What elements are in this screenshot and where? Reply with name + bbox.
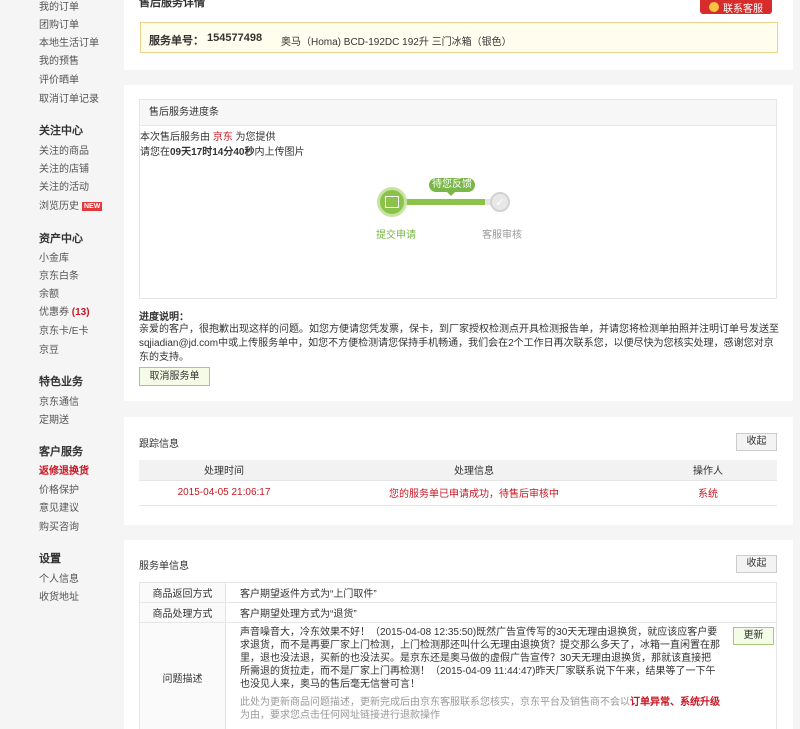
sidebar-item-jingdou[interactable]: 京豆 (39, 344, 59, 358)
contact-service-button[interactable]: 联系客服 (700, 0, 772, 15)
problem-desc-notice: 此处为更新商品问题描述，更新完成后由京东客服联系您核实，京东平台及销售商不会以订… (240, 697, 720, 721)
col-info: 处理信息 (309, 460, 639, 481)
progress-note-title: 进度说明： (139, 312, 189, 323)
sidebar-item-price-protect[interactable]: 价格保护 (39, 484, 79, 498)
sidebar-item-followed-shops[interactable]: 关注的店铺 (39, 163, 89, 177)
col-operator: 操作人 (639, 460, 777, 481)
awaiting-feedback-tip: 待您反馈 (429, 178, 475, 196)
sidebar-item-my-orders[interactable]: 我的订单 (39, 1, 79, 15)
sidebar-item-returns[interactable]: 返修退换货 (39, 465, 89, 479)
sidebar-head-follow: 关注中心 (39, 125, 83, 137)
service-provider-text: 本次售后服务由 京东 为您提供 (140, 132, 276, 143)
sidebar-head-special: 特色业务 (39, 376, 83, 388)
step-submit-circle (377, 187, 407, 217)
return-method-value: 客户期望返件方式为“上门取件” (225, 582, 777, 603)
sidebar: 我的订单 团购订单 本地生活订单 我的预售 评价晒单 取消订单记录 关注中心 关… (0, 0, 118, 729)
table-row: 商品返回方式 客户期望返件方式为“上门取件” (139, 582, 777, 603)
service-number-box: 服务单号： 154577498 奥马（Homa) BCD-192DC 192升 … (140, 22, 778, 53)
service-info-collapse-button[interactable]: 收起 (736, 555, 777, 573)
countdown-seconds: 40 (233, 147, 245, 158)
sidebar-item-coupons[interactable]: 优惠券 (13) (39, 306, 90, 320)
countdown-text: 请您在09天17时14分40秒内上传图片 (140, 147, 305, 158)
col-time: 处理时间 (139, 460, 309, 481)
sidebar-head-assets: 资产中心 (39, 233, 83, 245)
row-operator: 系统 (639, 480, 777, 506)
return-method-key: 商品返回方式 (139, 582, 226, 603)
sidebar-item-local-orders[interactable]: 本地生活订单 (39, 37, 99, 51)
table-row: 问题描述 声音噪音大，冷东效果不好！（2015-04-08 12:35:50)既… (139, 622, 777, 729)
jd-link[interactable]: 京东 (213, 132, 233, 143)
tracking-collapse-button[interactable]: 收起 (736, 433, 777, 451)
sidebar-item-followed-products[interactable]: 关注的商品 (39, 145, 89, 159)
table-row: 2015-04-05 21:06:17 您的服务单已申请成功，待售后审核中 系统 (139, 480, 777, 506)
countdown-days: 09 (170, 147, 182, 158)
cancel-service-button[interactable]: 取消服务单 (139, 367, 210, 386)
sidebar-item-baitiao[interactable]: 京东白条 (39, 270, 79, 284)
sidebar-item-history-label: 浏览历史 (39, 201, 79, 212)
table-row: 商品处理方式 客户期望处理方式为“退货” (139, 602, 777, 623)
sidebar-item-consult[interactable]: 购买咨询 (39, 521, 79, 535)
service-info-panel: 服务单信息 收起 商品返回方式 客户期望返件方式为“上门取件” 商品处理方式 客… (124, 540, 793, 729)
sidebar-item-feedback[interactable]: 意见建议 (39, 502, 79, 516)
new-badge: NEW (82, 202, 103, 211)
sidebar-item-group-orders[interactable]: 团购订单 (39, 19, 79, 33)
sidebar-item-balance[interactable]: 余额 (39, 288, 59, 302)
step-review-circle: ✓ (490, 192, 510, 212)
tracking-panel: 跟踪信息 收起 处理时间 处理信息 操作人 2015-04-05 21:06:1… (124, 417, 793, 525)
countdown-hours: 17 (191, 147, 203, 158)
sidebar-item-telecom[interactable]: 京东通信 (39, 396, 79, 410)
row-info: 您的服务单已申请成功，待售后审核中 (309, 480, 639, 506)
sidebar-item-cancel-records[interactable]: 取消订单记录 (39, 93, 99, 107)
step-review-label: 客服审核 (482, 230, 522, 241)
smile-icon (709, 2, 719, 12)
tracking-title: 跟踪信息 (139, 439, 179, 450)
handling-method-value: 客户期望处理方式为“退货” (225, 602, 777, 623)
progress-note-text: 亲爱的客户，很抱歉出现这样的问题。如您方便请您凭发票，保卡，到厂家授权检测点开具… (139, 324, 779, 363)
service-detail-panel: 售后服务详情 联系客服 服务单号： 154577498 奥马（Homa) BCD… (124, 0, 793, 70)
progress-header: 售后服务进度条 (140, 100, 776, 126)
handling-method-key: 商品处理方式 (139, 602, 226, 623)
progress-panel: 售后服务进度条 本次售后服务由 京东 为您提供 请您在09天17时14分40秒内… (124, 85, 793, 401)
coupon-count: (13) (71, 307, 90, 318)
sidebar-item-followed-activities[interactable]: 关注的活动 (39, 181, 89, 195)
service-info-table: 商品返回方式 客户期望返件方式为“上门取件” 商品处理方式 客户期望处理方式为“… (139, 582, 777, 729)
problem-desc-text: 声音噪音大，冷东效果不好！（2015-04-08 12:35:50)既然广告宣传… (240, 627, 720, 690)
progress-bar-done (405, 199, 485, 205)
problem-desc-cell: 声音噪音大，冷东效果不好！（2015-04-08 12:35:50)既然广告宣传… (225, 622, 777, 729)
calendar-icon (385, 196, 399, 208)
service-number: 154577498 (207, 32, 263, 44)
countdown-minutes: 14 (212, 147, 224, 158)
sidebar-item-scheduled[interactable]: 定期送 (39, 414, 69, 428)
tracking-table: 处理时间 处理信息 操作人 2015-04-05 21:06:17 您的服务单已… (139, 460, 777, 506)
service-info-title: 服务单信息 (139, 561, 189, 572)
row-time: 2015-04-05 21:06:17 (139, 480, 309, 506)
check-icon: ✓ (495, 196, 505, 209)
sidebar-item-vault[interactable]: 小金库 (39, 252, 69, 266)
sidebar-item-presale[interactable]: 我的预售 (39, 55, 79, 69)
product-name[interactable]: 奥马（Homa) BCD-192DC 192升 三门冰箱（银色） (281, 33, 512, 48)
service-number-label: 服务单号： (149, 35, 204, 47)
sidebar-item-coupons-label: 优惠券 (39, 307, 69, 318)
sidebar-item-reviews[interactable]: 评价晒单 (39, 74, 79, 88)
sidebar-head-settings: 设置 (39, 553, 61, 565)
update-button[interactable]: 更新 (733, 627, 774, 645)
sidebar-head-service: 客户服务 (39, 446, 83, 458)
page-title: 售后服务详情 (139, 0, 205, 9)
sidebar-item-cards[interactable]: 京东卡/E卡 (39, 325, 88, 339)
sidebar-item-personal-info[interactable]: 个人信息 (39, 573, 79, 587)
sidebar-item-address[interactable]: 收货地址 (39, 591, 79, 605)
step-submit-label: 提交申请 (376, 230, 416, 241)
problem-desc-key: 问题描述 (139, 622, 226, 729)
sidebar-item-history[interactable]: 浏览历史 NEW (39, 200, 103, 214)
contact-service-label: 联系客服 (723, 3, 763, 15)
